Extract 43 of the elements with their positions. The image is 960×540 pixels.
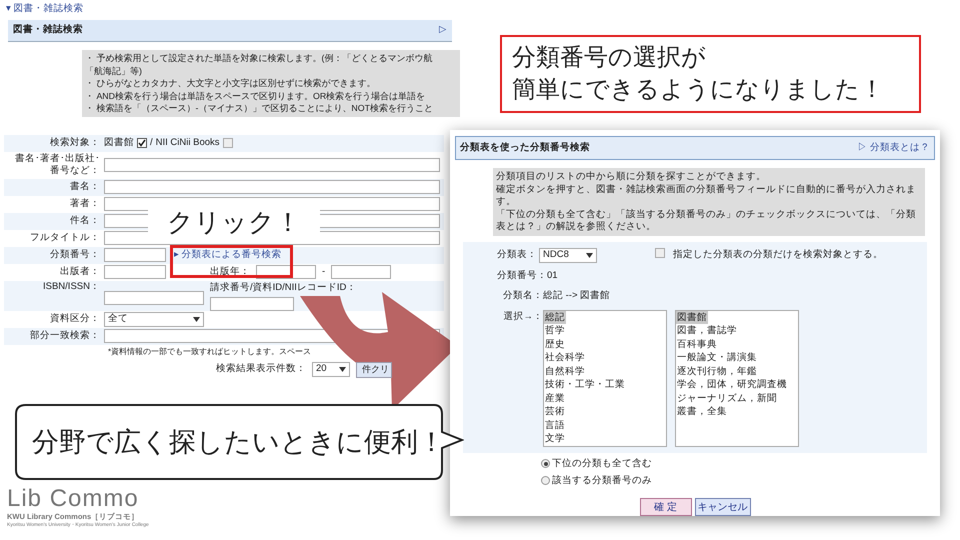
field-label: 著者： [70,198,100,210]
field-label: 分類番号： [50,249,100,261]
field-label: 出版者： [60,266,100,278]
field-label: 分類表： [497,248,537,262]
field-label: 件名： [70,215,100,227]
note-text: 確定ボタンを押すと、図書・雑誌検索画面の分類番号フィールドに自動的に番号が入力されます。 [496,184,917,208]
field-label: 書名･著者･出版社･ [15,153,100,165]
field-label: 分類名： [503,289,543,304]
hint-text: *資料情報の一部でも一致すればヒットします。スペース [108,346,312,358]
radio-label: 下位の分類も全て含む [552,456,652,470]
field-label: 番号など： [50,165,100,177]
note-text: 「航海記」等) [85,64,142,77]
bubble-text: 分野で広く探したいときに便利！ [32,426,445,459]
field-label: 書名： [70,181,100,193]
callout-text: 簡単にできるようになりました！ [512,75,885,105]
field-label: 出版年： [210,264,250,279]
field-label: 検索結果表示件数： [216,362,306,376]
separator-text: / [150,136,153,150]
callout-text: 分類番号の選択が [512,43,707,73]
checkbox-label: 図書館 [104,136,134,150]
field-label: 資料区分： [50,313,100,325]
field-label: 請求番号/資料ID/NIIレコードID： [210,280,356,294]
field-label: 検索対象： [50,136,100,150]
dialog-title: 分類表を使った分類番号検索 [460,140,590,155]
field-label: 選択→： [504,310,543,324]
logo-wordmark: Lib Commo [7,486,140,512]
field-label: 分類番号： [497,269,547,283]
note-text: 分類項目のリストの中から順に分類を探すことができます。 [496,170,767,183]
field-label: 部分一致検索： [30,330,100,342]
note-text: ・ AND検索を行う場合は単語をスペースで区切ります。OR検索を行う場合は単語を [85,90,426,102]
note-text: 「下位の分類も全て含む」「該当する分類番号のみ」のチェックボックスについては、「分類表とは？」の解説を参照ください。 [496,208,917,233]
panel-title: 図書・雑誌検索 [13,23,83,38]
name-value: 総記 --> 図書館 [543,289,610,304]
field-label: ISBN/ISSN： [43,280,100,292]
note-text: ・ ひらがなとカタカナ、大文字と小文字は区別せずに検索ができます。 [85,77,376,90]
radio-label: 該当する分類番号のみ [552,474,652,488]
range-separator: - [322,264,326,279]
field-label: フルタイトル： [30,232,100,244]
number-value: 01 [547,269,558,283]
note-text: ・ 予め検索用として設定された単語を対象に検索します。(例：「どくとるマンボウ航 [85,52,432,64]
checkbox-label: NII CiNii Books [156,136,220,150]
note-text: ・ 検索語を「（スペース）-（マイナス）」で区切ることにより、NOT検索を行うこと [85,102,433,114]
checkbox-label: 指定した分類表の分類だけを検索対象とする。 [673,248,883,262]
